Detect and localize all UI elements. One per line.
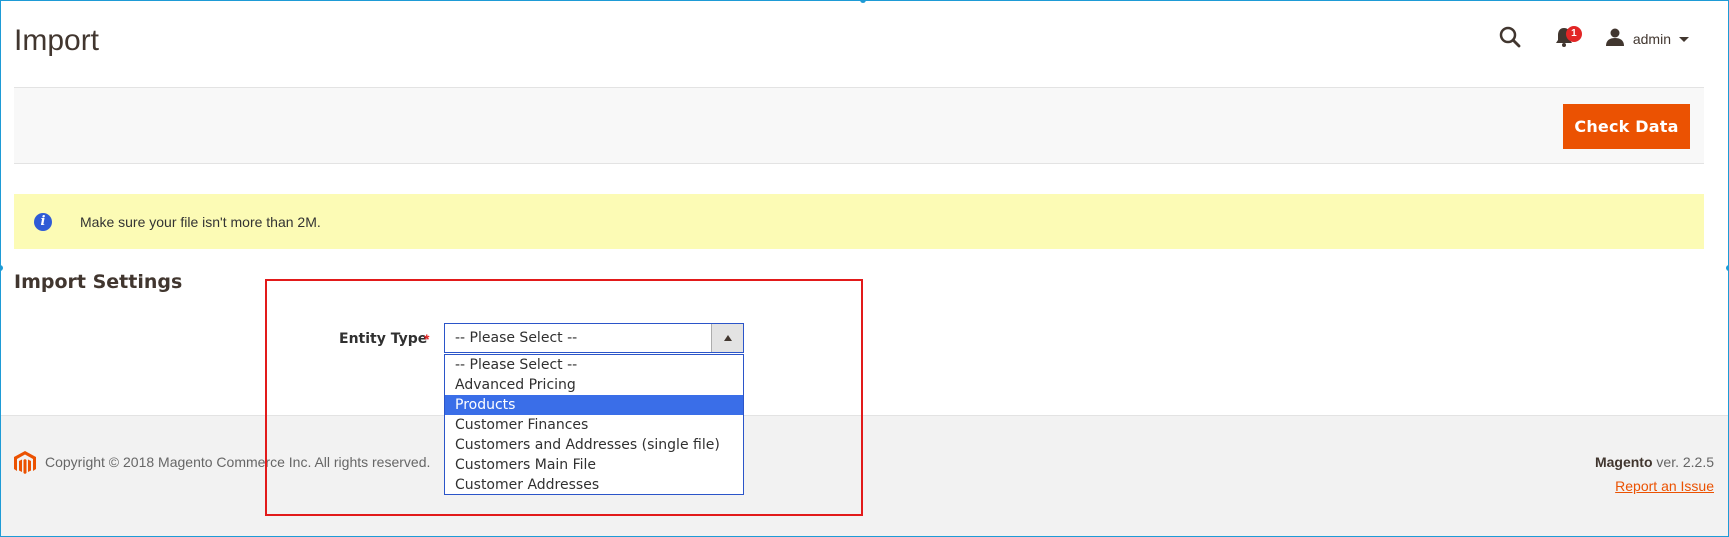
page-footer: Copyright © 2018 Magento Commerce Inc. A…: [1, 415, 1728, 536]
notification-count-badge: 1: [1565, 26, 1582, 42]
import-settings-title: Import Settings: [14, 271, 183, 293]
file-size-notice: i Make sure your file isn't more than 2M…: [14, 194, 1704, 249]
version-number: ver. 2.2.5: [1656, 454, 1714, 470]
user-icon: [1605, 28, 1625, 51]
user-name: admin: [1632, 31, 1671, 47]
option-please-select[interactable]: -- Please Select --: [445, 355, 743, 375]
option-customer-finances[interactable]: Customer Finances: [445, 415, 743, 435]
chevron-up-icon: [723, 335, 732, 341]
notice-text: Make sure your file isn't more than 2M.: [80, 213, 321, 230]
version-info: Magento ver. 2.2.5: [1595, 454, 1714, 470]
report-issue-link[interactable]: Report an Issue: [1615, 478, 1714, 494]
info-icon: i: [34, 212, 52, 231]
option-customers-and-addresses[interactable]: Customers and Addresses (single file): [445, 435, 743, 455]
product-name: Magento: [1594, 454, 1653, 470]
page-actions-bar: Check Data: [14, 87, 1704, 164]
copyright-text: Copyright © 2018 Magento Commerce Inc. A…: [45, 454, 431, 470]
option-customers-main-file[interactable]: Customers Main File: [445, 455, 743, 475]
search-button[interactable]: [1495, 24, 1525, 54]
option-advanced-pricing[interactable]: Advanced Pricing: [445, 375, 743, 395]
magento-logo-icon: [14, 451, 38, 475]
chevron-down-icon: [1679, 36, 1689, 42]
required-marker: *: [424, 331, 430, 347]
search-icon: [1499, 26, 1521, 53]
entity-type-selected-value: -- Please Select --: [455, 330, 578, 346]
entity-type-dropdown-list: -- Please Select -- Advanced Pricing Pro…: [444, 354, 744, 495]
select-arrow-button[interactable]: [711, 324, 743, 352]
header-actions: 1 admin: [1495, 24, 1689, 54]
option-customer-addresses[interactable]: Customer Addresses: [445, 475, 743, 495]
notifications-button[interactable]: 1: [1549, 24, 1582, 54]
admin-user-menu[interactable]: admin: [1605, 28, 1689, 51]
entity-type-label: Entity Type: [339, 331, 428, 347]
page-title: Import: [14, 24, 100, 57]
entity-type-select[interactable]: -- Please Select --: [444, 323, 744, 353]
option-products[interactable]: Products: [445, 395, 743, 415]
check-data-button[interactable]: Check Data: [1563, 104, 1690, 149]
